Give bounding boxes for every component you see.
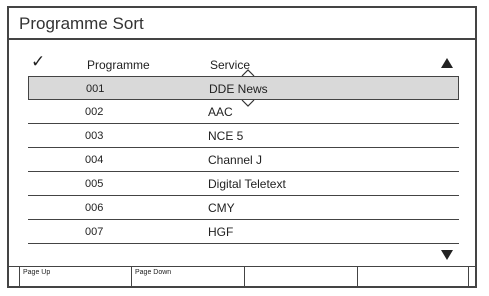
- service-name: DDE News: [209, 82, 268, 96]
- programme-row-004[interactable]: 004 Channel J: [28, 148, 459, 172]
- service-name: NCE 5: [208, 129, 244, 143]
- programme-list: 001 DDE News 002 AAC 003 NCE 5 004 Chann…: [28, 69, 459, 244]
- programme-row-007[interactable]: 007 HGF: [28, 220, 459, 244]
- scroll-up-icon[interactable]: [441, 58, 453, 68]
- service-name: Digital Teletext: [208, 177, 286, 191]
- page-title: Programme Sort: [19, 14, 144, 33]
- programme-sort-panel: Programme Sort ✓ Programme Service 001 D…: [7, 6, 477, 288]
- programme-row-006[interactable]: 006 CMY: [28, 196, 459, 220]
- checkmark-icon: ✓: [31, 52, 46, 71]
- programme-number: 003: [85, 130, 104, 142]
- programme-number: 006: [85, 202, 104, 214]
- title-divider: [9, 38, 475, 40]
- page-down-button[interactable]: Page Down: [131, 267, 244, 287]
- move-up-icon: [241, 69, 255, 77]
- programme-row-005[interactable]: 005 Digital Teletext: [28, 172, 459, 196]
- programme-number: 004: [85, 154, 104, 166]
- programme-number: 002: [85, 106, 104, 118]
- programme-row-002[interactable]: 002 AAC: [28, 100, 459, 124]
- programme-number: 005: [85, 178, 104, 190]
- page-up-button[interactable]: Page Up: [19, 267, 131, 287]
- service-name: Channel J: [208, 153, 263, 167]
- function-key-4[interactable]: [357, 267, 469, 287]
- scroll-down-icon[interactable]: [441, 250, 453, 260]
- programme-row-001[interactable]: 001 DDE News: [28, 69, 459, 107]
- function-key-3[interactable]: [244, 267, 357, 287]
- function-key-bar: Page Up Page Down: [19, 267, 469, 287]
- programme-row-003[interactable]: 003 NCE 5: [28, 124, 459, 148]
- programme-column-label: Programme: [87, 58, 150, 72]
- programme-number: 001: [86, 83, 105, 95]
- service-name: HGF: [208, 225, 234, 239]
- service-name: CMY: [208, 201, 235, 215]
- programme-number: 007: [85, 226, 104, 238]
- service-name: AAC: [208, 105, 233, 119]
